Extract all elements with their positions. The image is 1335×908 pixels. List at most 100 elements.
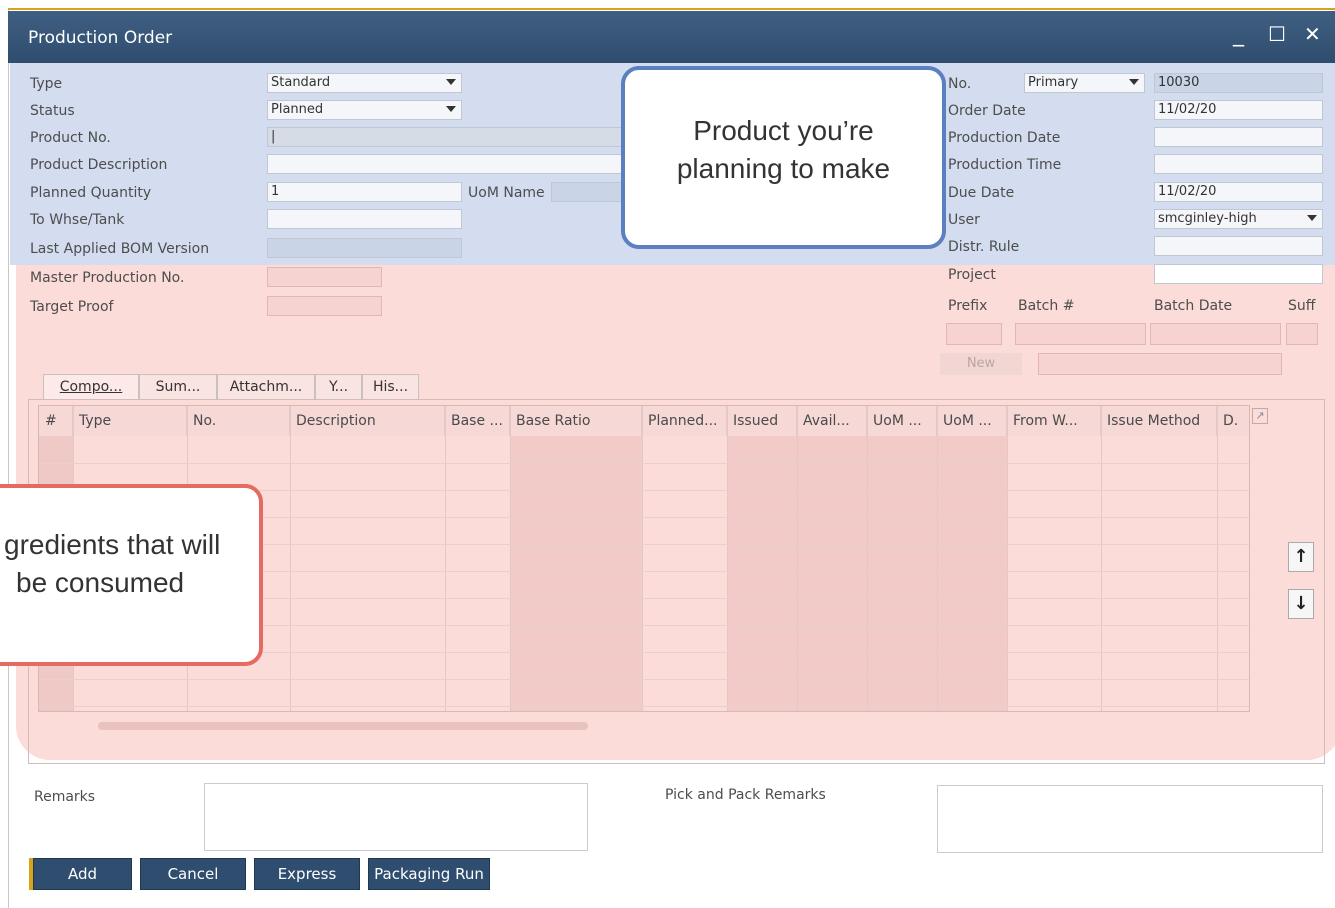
production-time-label: Production Time [948,157,1062,173]
document-number-field[interactable]: 10030 [1154,73,1323,93]
expand-icon[interactable]: ↗ [1252,408,1268,424]
suffix-label: Suff [1288,298,1316,314]
grid-divider [642,406,643,711]
product-description-label: Product Description [30,157,168,173]
tab-components[interactable]: Compo... [43,374,139,400]
product-callout-text: Product you’re planning to make [676,115,891,184]
grid-divider [727,406,728,711]
user-select[interactable]: smcginley-high [1154,209,1323,229]
no-label: No. [948,76,972,92]
col-header-base-qty[interactable]: Base ... [445,406,510,436]
tab-attachments[interactable]: Attachm... [217,374,315,400]
last-bom-version-field [267,238,462,258]
target-proof-label: Target Proof [30,299,114,315]
user-value: smcginley-high [1158,211,1257,226]
batch-date-label: Batch Date [1154,298,1233,314]
table-row[interactable] [39,463,1249,464]
batch-number-label: Batch # [1018,298,1075,314]
batch-date-field[interactable] [1150,323,1281,345]
col-header-from-warehouse[interactable]: From W... [1007,406,1101,436]
product-no-field[interactable]: | [267,127,627,147]
table-row[interactable] [39,706,1249,707]
uom-name-field[interactable] [551,182,627,202]
master-production-no-label: Master Production No. [30,270,185,286]
col-header-planned[interactable]: Planned... [642,406,727,436]
product-description-field[interactable] [267,154,627,174]
batch-info-field[interactable] [1038,353,1282,375]
pick-pack-remarks-label: Pick and Pack Remarks [665,787,826,803]
batch-number-field[interactable] [1015,323,1146,345]
due-date-field[interactable]: 11/02/20 [1154,182,1323,202]
minimize-button[interactable]: _ [1233,22,1244,47]
col-header-uom-name[interactable]: UoM ... [937,406,1007,436]
tab-history[interactable]: His... [362,374,419,400]
grid-divider [510,406,511,711]
cancel-button[interactable]: Cancel [140,858,246,890]
col-header-available[interactable]: Avail... [797,406,867,436]
planned-quantity-field[interactable]: 1 [267,182,462,202]
due-date-label: Due Date [948,185,1015,201]
series-select[interactable]: Primary [1024,73,1145,93]
grid-divider [1217,406,1218,711]
ingredients-callout-line1: gredients that will [4,529,221,560]
col-header-issued[interactable]: Issued [727,406,797,436]
type-label: Type [30,76,63,92]
series-value: Primary [1028,75,1079,90]
to-whse-field[interactable] [267,209,462,229]
ingredients-callout-line2: be consumed [16,567,185,598]
last-bom-version-label: Last Applied BOM Version [30,241,210,257]
col-header-description[interactable]: Description [290,406,445,436]
col-header-no[interactable]: No. [187,406,290,436]
grid-divider [1007,406,1008,711]
col-header-issue-method[interactable]: Issue Method [1101,406,1217,436]
user-label: User [948,212,980,228]
col-header-type[interactable]: Type [73,406,187,436]
target-proof-field[interactable] [267,296,382,316]
col-header-row-number: # [39,406,73,436]
pick-pack-remarks-field[interactable] [937,785,1323,853]
move-up-button[interactable]: ↑ [1288,542,1314,572]
remarks-field[interactable] [204,783,588,851]
maximize-button[interactable]: ☐ [1268,22,1286,46]
tab-y[interactable]: Y... [315,374,362,400]
grid-divider [867,406,868,711]
project-field[interactable] [1154,264,1323,284]
chevron-down-icon [446,106,456,112]
status-label: Status [30,103,75,119]
add-button[interactable]: Add [33,858,132,890]
col-header-uom-code[interactable]: UoM ... [867,406,937,436]
title-bar [8,11,1335,63]
production-date-field[interactable] [1154,127,1323,147]
express-button[interactable]: Express [254,858,360,890]
base-ratio-column-bg [510,406,642,711]
components-highlight-top [16,265,1335,325]
order-date-field[interactable]: 11/02/20 [1154,100,1323,120]
close-button[interactable]: ✕ [1304,22,1321,46]
distr-rule-label: Distr. Rule [948,239,1020,255]
status-select[interactable]: Planned [267,100,462,120]
chevron-down-icon [1307,215,1317,221]
distr-rule-field[interactable] [1154,236,1323,256]
grid-divider [445,406,446,711]
chevron-down-icon [1129,79,1139,85]
tab-summary[interactable]: Sum... [139,374,217,400]
horizontal-scrollbar[interactable] [98,722,588,730]
col-header-d[interactable]: D. [1217,406,1249,436]
prefix-label: Prefix [948,298,988,314]
table-row[interactable] [39,679,1249,680]
product-callout: Product you’re planning to make [621,66,946,249]
suffix-field[interactable] [1286,323,1318,345]
new-batch-button[interactable]: New [940,353,1022,375]
type-select[interactable]: Standard [267,73,462,93]
arrow-down-icon: ↓ [1293,593,1309,614]
move-down-button[interactable]: ↓ [1288,589,1314,619]
uom-name-label: UoM Name [468,185,545,201]
packaging-run-button[interactable]: Packaging Run [368,858,490,890]
master-production-no-field[interactable] [267,267,382,287]
order-date-label: Order Date [948,103,1026,119]
arrow-up-icon: ↑ [1293,546,1309,567]
col-header-base-ratio[interactable]: Base Ratio [510,406,642,436]
product-no-label: Product No. [30,130,111,146]
production-time-field[interactable] [1154,154,1323,174]
prefix-field[interactable] [946,323,1002,345]
